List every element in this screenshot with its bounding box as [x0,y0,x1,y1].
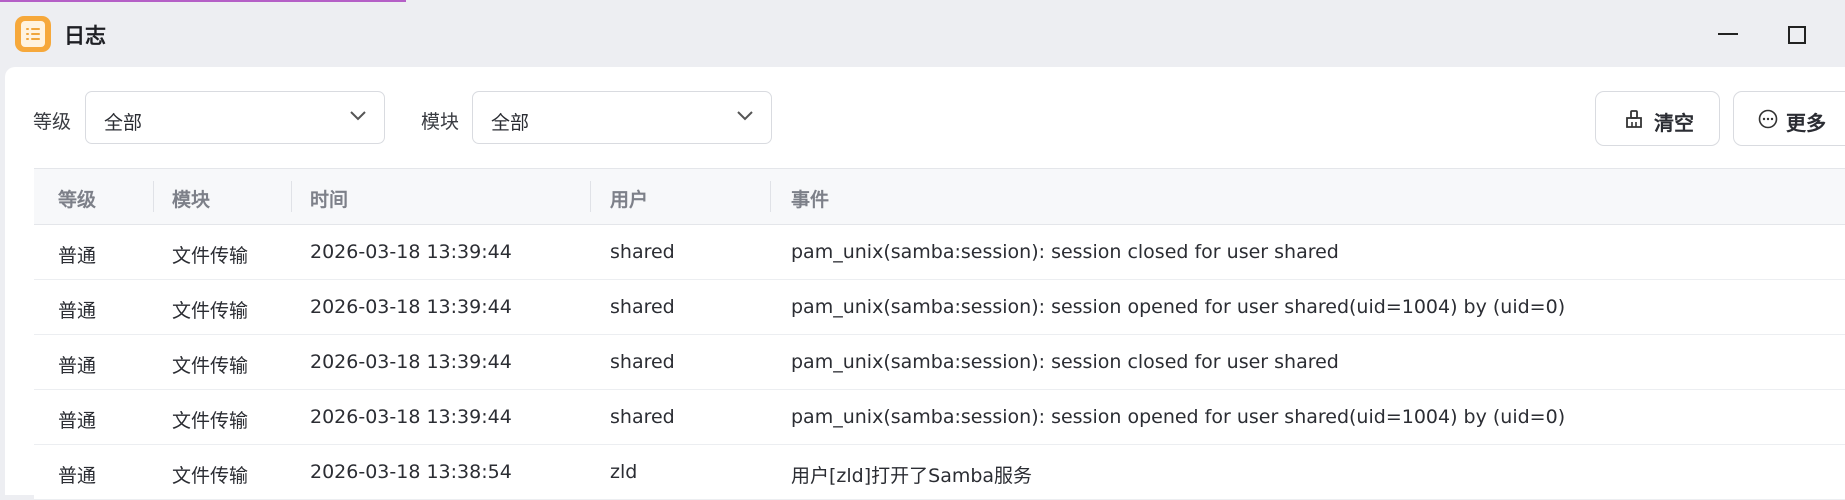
column-header-level[interactable]: 等级 [58,185,96,212]
cell-time: 2026-03-18 13:39:44 [310,406,512,428]
cell-event: pam_unix(samba:session): session opened … [791,406,1566,428]
more-circle-icon [1758,109,1778,129]
cell-event: pam_unix(samba:session): session opened … [791,296,1566,318]
table-row[interactable]: 普通 文件传输 2026-03-18 13:38:54 zld 用户[zld]打… [34,445,1845,500]
maximize-icon[interactable] [1776,14,1816,54]
chevron-down-icon [350,111,366,121]
title-bar: 日志 [0,0,1845,66]
window-title: 日志 [64,24,106,48]
cell-level: 普通 [58,465,97,487]
cell-time: 2026-03-18 13:39:44 [310,241,512,263]
level-select[interactable]: 全部 [85,91,385,144]
cell-user: shared [610,241,675,263]
cell-time: 2026-03-18 13:38:54 [310,461,512,483]
cell-module: 文件传输 [172,410,249,432]
column-divider[interactable] [291,181,292,212]
table-header: 等级 模块 时间 用户 事件 [34,168,1845,225]
column-divider[interactable] [590,181,591,212]
cell-level: 普通 [58,245,97,267]
column-divider[interactable] [770,181,771,212]
cell-level: 普通 [58,300,97,322]
cell-event: 用户[zld]打开了Samba服务 [791,465,1033,487]
log-table: 等级 模块 时间 用户 事件 普通 文件传输 2026-03-18 13:39:… [34,168,1845,500]
cell-event: pam_unix(samba:session): session closed … [791,241,1339,263]
table-row[interactable]: 普通 文件传输 2026-03-18 13:39:44 shared pam_u… [34,280,1845,335]
clear-button-label: 清空 [1654,111,1694,135]
clear-button[interactable]: 清空 [1595,91,1720,146]
module-filter-label: 模块 [421,111,460,133]
cell-module: 文件传输 [172,355,249,377]
cell-level: 普通 [58,355,97,377]
cell-user: shared [610,351,675,373]
cell-module: 文件传输 [172,465,249,487]
cell-event: pam_unix(samba:session): session closed … [791,351,1339,373]
column-divider[interactable] [153,181,154,212]
chevron-down-icon [737,111,753,121]
cell-time: 2026-03-18 13:39:44 [310,296,512,318]
cell-user: shared [610,406,675,428]
main-panel: 等级 全部 模块 全部 清空 更多 等级 模块 时间 用户 事件 普通 文件传输… [5,67,1845,500]
log-app-icon [15,16,51,52]
level-filter-label: 等级 [33,111,72,133]
cell-level: 普通 [58,410,97,432]
column-header-time[interactable]: 时间 [310,185,348,212]
cell-time: 2026-03-18 13:39:44 [310,351,512,373]
cell-user: shared [610,296,675,318]
module-select-value: 全部 [491,112,530,134]
cell-module: 文件传输 [172,300,249,322]
more-button[interactable]: 更多 [1733,91,1845,146]
table-row[interactable]: 普通 文件传输 2026-03-18 13:39:44 shared pam_u… [34,225,1845,280]
column-header-event[interactable]: 事件 [791,185,829,212]
column-header-user[interactable]: 用户 [610,185,648,212]
module-select[interactable]: 全部 [472,91,772,144]
cell-module: 文件传输 [172,245,249,267]
table-row[interactable]: 普通 文件传输 2026-03-18 13:39:44 shared pam_u… [34,335,1845,390]
level-select-value: 全部 [104,112,143,134]
minimize-icon[interactable] [1708,14,1748,54]
column-header-module[interactable]: 模块 [172,185,210,212]
broom-icon [1626,110,1642,128]
more-button-label: 更多 [1786,111,1826,135]
table-row[interactable]: 普通 文件传输 2026-03-18 13:39:44 shared pam_u… [34,390,1845,445]
cell-user: zld [610,461,638,483]
